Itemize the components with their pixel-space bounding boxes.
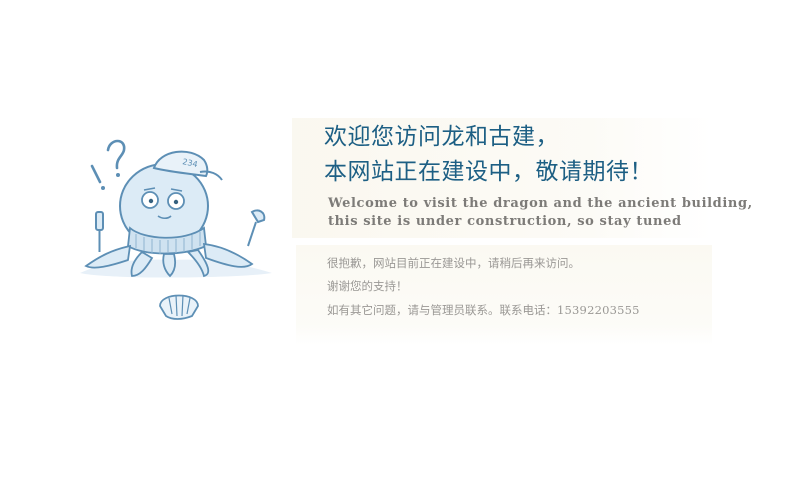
contact-phone: 15392203555 [557,303,640,317]
english-line-2: this site is under construction, so stay… [328,214,682,229]
shell-icon [159,294,199,320]
welcome-title: 欢迎您访问龙和古建， [324,124,559,150]
construction-title: 本网站正在建设中，敬请期待！ [324,159,653,185]
notice-apology: 很抱歉，网站目前正在建设中，请稍后再来访问。 [327,256,580,270]
screwdriver-icon [95,211,104,252]
wrench-icon [247,209,266,247]
octopus-mascot-illustration: 234 [80,139,272,320]
construction-page: 234 欢迎您访问龙和古建， 本网站正在建设中，敬请期待！ Welcome to… [0,0,800,500]
english-line-1: Welcome to visit the dragon and the anci… [328,196,753,211]
contact-label: 如有其它问题，请与管理员联系。联系电话： [327,303,557,317]
notice-contact: 如有其它问题，请与管理员联系。联系电话：15392203555 [327,303,640,317]
notice-thanks: 谢谢您的支持！ [327,279,408,293]
exclamation-icon [90,164,105,190]
english-welcome: Welcome to visit the dragon and the anci… [328,195,753,231]
question-mark-icon [106,139,126,177]
